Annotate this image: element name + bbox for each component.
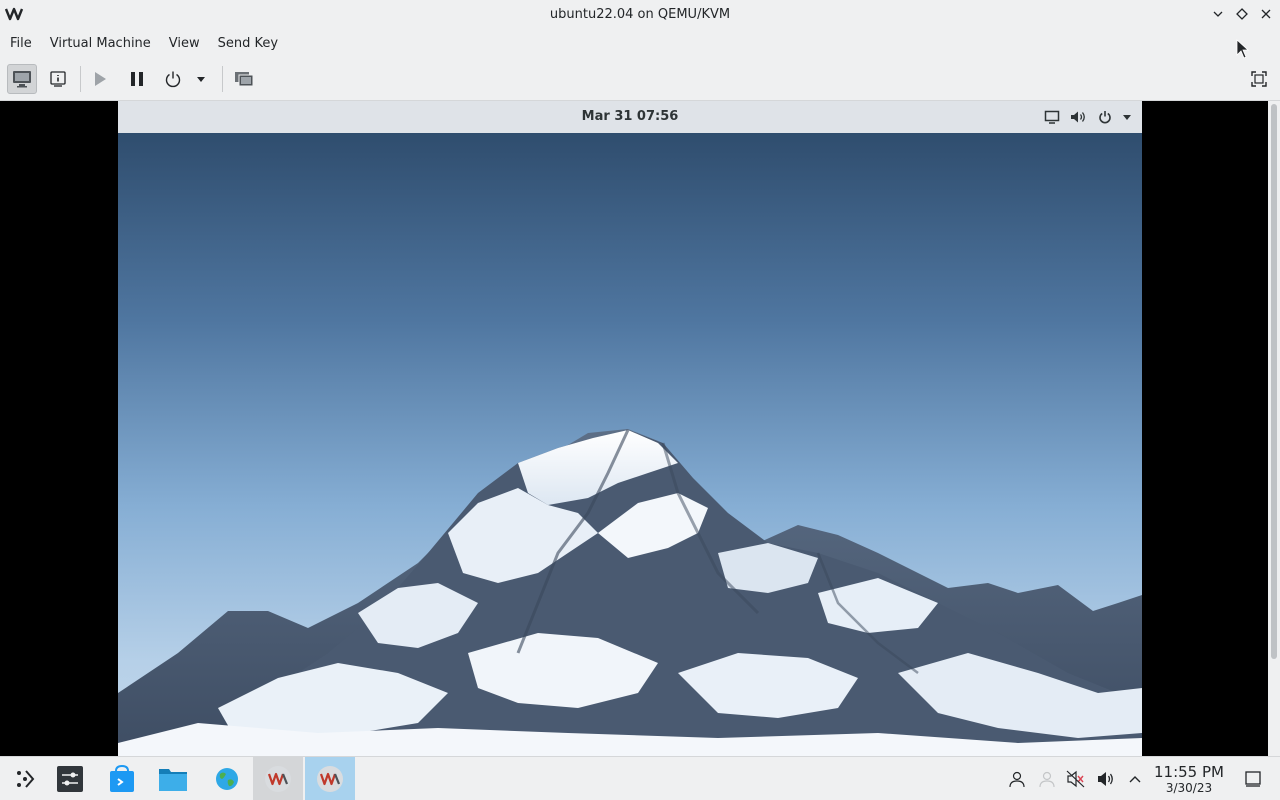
vertical-scrollbar[interactable] [1268, 101, 1280, 756]
discover-store-icon [110, 765, 134, 792]
volume-icon [1071, 111, 1085, 123]
power-icon [1099, 111, 1111, 124]
file-manager-launcher[interactable] [148, 757, 198, 800]
menu-bar: File Virtual Machine View Send Key [0, 29, 1280, 58]
maximize-icon[interactable] [1234, 6, 1250, 22]
dropdown-arrow-icon [197, 77, 205, 82]
menu-view[interactable]: View [160, 29, 209, 58]
guest-screen[interactable]: Mar 31 07:56 [118, 101, 1142, 756]
clock-date: 3/30/23 [1165, 781, 1213, 795]
display-icon [1044, 110, 1060, 124]
title-bar: ubuntu22.04 on QEMU/KVM [0, 0, 1280, 29]
show-desktop-icon[interactable] [1243, 769, 1263, 789]
close-icon[interactable] [1258, 6, 1274, 22]
network-disconnected-icon[interactable] [1037, 769, 1057, 789]
pause-button[interactable] [122, 64, 152, 94]
taskbar-clock[interactable]: 11:55 PM 3/30/23 [1150, 763, 1228, 795]
shutdown-menu-button[interactable] [190, 64, 212, 94]
power-icon [165, 71, 181, 88]
guest-system-tray[interactable] [1044, 101, 1132, 133]
mouse-cursor-icon [1236, 39, 1250, 59]
discover-store-launcher[interactable] [97, 757, 147, 800]
menu-file[interactable]: File [1, 29, 41, 58]
system-settings-icon [57, 766, 83, 792]
mountain-image [118, 429, 1142, 756]
application-launcher-icon [17, 770, 35, 788]
virt-manager-window-icon [265, 766, 291, 792]
details-button[interactable] [43, 64, 73, 94]
file-manager-icon [159, 769, 187, 791]
web-browser-launcher[interactable] [202, 757, 252, 800]
volume-icon[interactable] [1096, 769, 1116, 789]
virt-manager-window-active-icon [317, 766, 343, 792]
fullscreen-button[interactable] [1244, 64, 1274, 94]
clock-time: 11:55 PM [1154, 763, 1224, 781]
menu-send-key[interactable]: Send Key [209, 29, 287, 58]
pause-icon [131, 72, 143, 86]
guest-clock[interactable]: Mar 31 07:56 [118, 101, 1142, 132]
web-browser-icon [216, 768, 238, 790]
guest-top-panel: Mar 31 07:56 [118, 101, 1142, 133]
taskbar: 11:55 PM 3/30/23 [0, 756, 1280, 800]
run-button[interactable] [85, 64, 115, 94]
user-icon[interactable] [1007, 769, 1027, 789]
application-launcher-button[interactable] [0, 757, 50, 800]
dropdown-arrow-icon [1123, 115, 1131, 120]
virt-manager-task[interactable] [253, 757, 303, 800]
snapshots-button[interactable] [229, 64, 259, 94]
info-icon [50, 71, 66, 87]
console-button[interactable] [7, 64, 37, 94]
menu-virtual-machine[interactable]: Virtual Machine [41, 29, 160, 58]
system-settings-launcher[interactable] [45, 757, 95, 800]
play-icon [95, 72, 106, 86]
toolbar [0, 58, 1280, 101]
fullscreen-icon [1251, 71, 1267, 87]
desktop-wallpaper [118, 133, 1142, 756]
virt-manager-task-active[interactable] [305, 757, 355, 800]
audio-muted-icon[interactable] [1066, 769, 1086, 789]
minimize-icon[interactable] [1210, 6, 1226, 22]
monitor-icon [13, 71, 31, 88]
tray-expand-icon[interactable] [1125, 769, 1145, 789]
snapshots-icon [235, 72, 254, 87]
shutdown-button[interactable] [158, 64, 188, 94]
scrollbar-thumb[interactable] [1271, 104, 1277, 659]
window-title: ubuntu22.04 on QEMU/KVM [549, 7, 731, 22]
